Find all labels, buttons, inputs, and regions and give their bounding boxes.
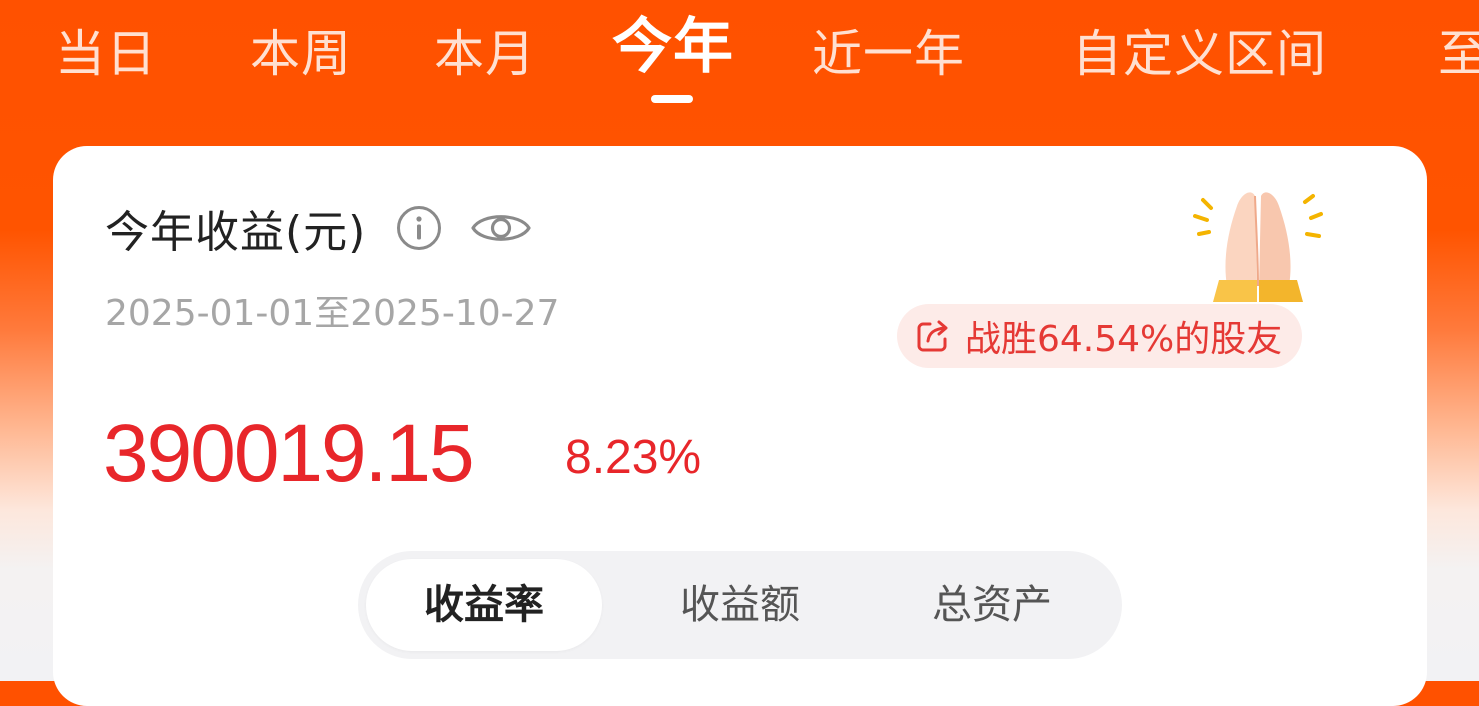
- period-tab-bar: 当日 本周 本月 今年 近一年 自定义区间 至: [0, 0, 1479, 120]
- card-title: 今年收益(元): [105, 207, 367, 258]
- tab-last-year[interactable]: 近一年: [812, 24, 965, 84]
- segment-return-rate[interactable]: 收益率: [366, 559, 602, 651]
- chart-metric-segmented-control: 收益率 收益额 总资产: [358, 551, 1122, 659]
- tab-to[interactable]: 至: [1438, 24, 1479, 84]
- segment-total-assets[interactable]: 总资产: [874, 559, 1110, 651]
- profit-rate: 8.23%: [565, 431, 702, 484]
- eye-icon[interactable]: [470, 205, 532, 251]
- segment-return-amount[interactable]: 收益额: [622, 559, 858, 651]
- profit-amount: 390019.15: [103, 408, 475, 499]
- beat-percentage-badge[interactable]: 战胜64.54%的股友: [897, 304, 1303, 368]
- tab-custom-range[interactable]: 自定义区间: [1072, 24, 1327, 84]
- tab-this-month[interactable]: 本月: [434, 24, 536, 84]
- profit-card: 今年收益(元) 2025-01-01至2025-10-27 390019.15 …: [53, 146, 1427, 706]
- share-icon: [915, 318, 951, 354]
- date-range-label: 2025-01-01至2025-10-27: [105, 293, 560, 334]
- clapping-hands-icon: [1193, 176, 1323, 306]
- tab-this-week[interactable]: 本周: [250, 24, 352, 84]
- info-circle-icon[interactable]: [396, 205, 442, 251]
- tab-this-year[interactable]: 今年: [612, 14, 734, 80]
- active-tab-indicator: [651, 95, 693, 103]
- card-title-row: 今年收益(元): [105, 196, 532, 260]
- beat-percentage-text: 战胜64.54%的股友: [965, 319, 1283, 360]
- tab-today[interactable]: 当日: [55, 24, 157, 84]
